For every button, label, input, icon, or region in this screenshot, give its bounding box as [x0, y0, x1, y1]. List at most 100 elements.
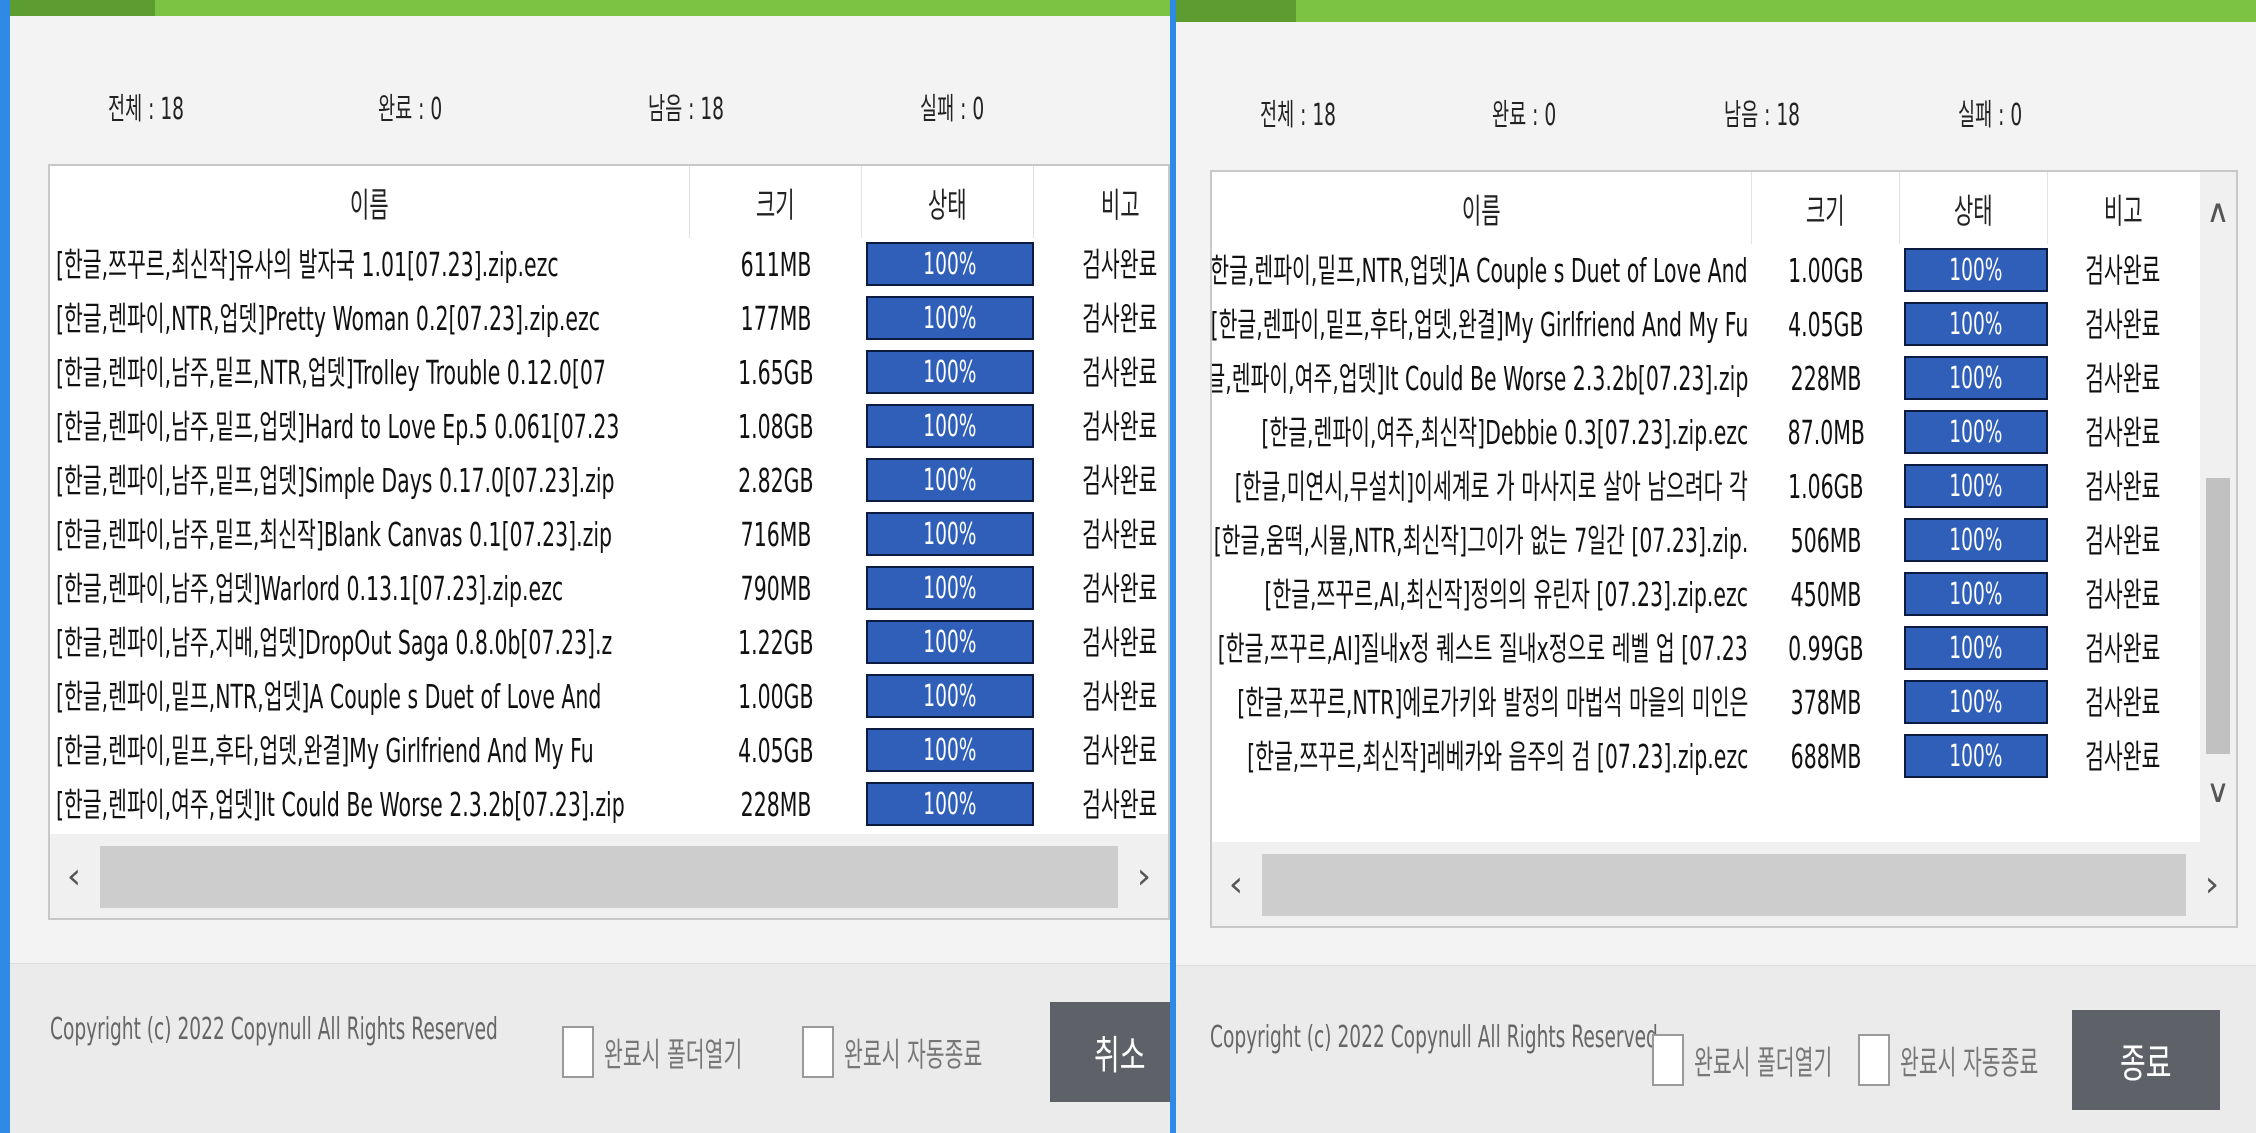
table-row[interactable]: [한글,렌파이,남주,지배,업뎃]DropOut Saga 0.8.0b[07.…: [50, 616, 1168, 670]
table-row[interactable]: [한글,렌파이,밑프,후타,업뎃,완결]My Girlfriend And My…: [50, 724, 1168, 778]
progress-bar: 100%: [866, 620, 1034, 664]
note-cell: 검사완료: [2085, 413, 2161, 452]
file-name-cell: [한글,쯔꾸르,최신작]레베카와 음주의 검 [07.23].zip.ezc: [1246, 737, 1748, 776]
note-cell: 검사완료: [1082, 623, 1158, 662]
table-row[interactable]: [한글,렌파이,남주,밑프,업뎃]Hard to Love Ep.5 0.061…: [50, 400, 1168, 454]
status-cell: 100%: [1900, 622, 2048, 676]
file-size-cell: 4.05GB: [738, 731, 814, 770]
checkbox-box[interactable]: [802, 1026, 834, 1078]
column-header-note[interactable]: 비고: [2048, 172, 2198, 244]
table-row[interactable]: [한글,쯔꾸르,최신작]레베카와 음주의 검 [07.23].zip.ezc 68…: [1212, 730, 2236, 784]
table-row[interactable]: [한글,렌파이,밑프,NTR,업뎃]A Couple s Duet of Lov…: [1212, 244, 2236, 298]
table-row[interactable]: [한글,미연시,무설치]이세계로 가 마사지로 살아 남으려다 각 1.06GB 1…: [1212, 460, 2236, 514]
table-row[interactable]: [한글,렌파이,남주,밑프,최신작]Blank Canvas 0.1[07.23…: [50, 508, 1168, 562]
table-row[interactable]: [한글,쯔꾸르,NTR]에로가키와 발정의 마법석 마을의 미인은 378MB 10…: [1212, 676, 2236, 730]
progress-bar: 100%: [866, 674, 1034, 718]
cancel-button[interactable]: 취소: [1050, 1002, 1170, 1102]
file-size-cell: 0.99GB: [1788, 629, 1864, 668]
close-button[interactable]: 종료: [2072, 1010, 2220, 1110]
vertical-scrollbar[interactable]: ∧ ∨: [2200, 172, 2236, 842]
status-cell: 100%: [862, 670, 1034, 724]
copyright-text: Copyright (c) 2022 Copynull All Rights R…: [1210, 1020, 1658, 1055]
file-name-cell: [한글,렌파이,여주,업뎃]It Could Be Worse 2.3.2b[0…: [56, 785, 625, 824]
scrollbar-thumb[interactable]: [1262, 854, 2186, 916]
file-name-cell: [한글,렌파이,밑프,NTR,업뎃]A Couple s Duet of Lov…: [56, 677, 602, 716]
file-size-cell: 378MB: [1790, 683, 1862, 722]
note-cell: 검사완료: [2085, 629, 2161, 668]
left-window: 전체 : 18 완료 : 0 남음 : 18 실패 : 0 이름 크기 상태 비…: [0, 0, 1170, 1133]
note-cell: 검사완료: [1082, 407, 1158, 446]
status-cell: 100%: [862, 292, 1034, 346]
file-name-cell: [한글,렌파이,여주,업뎃]It Could Be Worse 2.3.2b[0…: [1212, 359, 1748, 398]
status-cell: 100%: [862, 562, 1034, 616]
scrollbar-thumb[interactable]: [100, 846, 1118, 908]
status-cell: 100%: [862, 346, 1034, 400]
scroll-left-icon[interactable]: ‹: [1216, 842, 1256, 926]
note-cell: 검사완료: [2085, 251, 2161, 290]
status-cell: 100%: [1900, 352, 2048, 406]
table-row[interactable]: [한글,렌파이,밑프,NTR,업뎃]A Couple s Duet of Lov…: [50, 670, 1168, 724]
stat-remaining: 남음 : 18: [648, 92, 724, 127]
progress-bar: 100%: [866, 296, 1034, 340]
progress-bar: 100%: [866, 782, 1034, 826]
status-cell: 100%: [862, 724, 1034, 778]
scrollbar-thumb[interactable]: [2206, 478, 2230, 754]
column-header-size[interactable]: 크기: [690, 166, 862, 238]
table-row[interactable]: [한글,렌파이,여주,최신작]Debbie 0.3[07.23].zip.ezc…: [1212, 406, 2236, 460]
status-cell: 100%: [1900, 298, 2048, 352]
status-cell: 100%: [1900, 406, 2048, 460]
table-header: 이름 크기 상태 비고: [1212, 172, 2236, 244]
open-folder-checkbox[interactable]: 완료시 폴더열기: [562, 1026, 827, 1078]
file-size-cell: 1.00GB: [1788, 251, 1864, 290]
table-row[interactable]: [한글,렌파이,남주,밑프,업뎃]Simple Days 0.17.0[07.2…: [50, 454, 1168, 508]
note-cell: 검사완료: [1082, 245, 1158, 284]
table-row[interactable]: [한글,렌파이,남주,업뎃]Warlord 0.13.1[07.23].zip.…: [50, 562, 1168, 616]
column-header-status[interactable]: 상태: [862, 166, 1034, 238]
auto-close-checkbox[interactable]: 완료시 자동종료: [802, 1026, 1067, 1078]
column-header-status[interactable]: 상태: [1900, 172, 2048, 244]
footer: Copyright (c) 2022 Copynull All Rights R…: [10, 963, 1170, 1133]
scroll-left-icon[interactable]: ‹: [54, 834, 94, 918]
table-row[interactable]: [한글,렌파이,남주,밑프,NTR,업뎃]Trolley Trouble 0.1…: [50, 346, 1168, 400]
file-name-cell: [한글,렌파이,남주,밑프,최신작]Blank Canvas 0.1[07.23…: [56, 515, 613, 554]
progress-bar: 100%: [1904, 464, 2048, 508]
file-size-cell: 87.0MB: [1787, 413, 1865, 452]
status-cell: 100%: [862, 778, 1034, 832]
table-row[interactable]: [한글,쯔꾸르,최신작]유사의 발자국 1.01[07.23].zip.ezc 6…: [50, 238, 1168, 292]
column-header-note[interactable]: 비고: [1034, 166, 1168, 238]
table-row[interactable]: [한글,렌파이,여주,업뎃]It Could Be Worse 2.3.2b[0…: [1212, 352, 2236, 406]
status-cell: 100%: [862, 400, 1034, 454]
file-name-cell: [한글,렌파이,밑프,NTR,업뎃]A Couple s Duet of Lov…: [1212, 251, 1748, 290]
column-header-name[interactable]: 이름: [1212, 172, 1752, 244]
horizontal-scrollbar[interactable]: ‹ ›: [50, 834, 1168, 918]
file-size-cell: 228MB: [1790, 359, 1862, 398]
horizontal-scrollbar[interactable]: ‹ ›: [1212, 842, 2236, 926]
note-cell: 검사완료: [2085, 305, 2161, 344]
table-row[interactable]: [한글,렌파이,여주,업뎃]It Could Be Worse 2.3.2b[0…: [50, 778, 1168, 832]
checkbox-box[interactable]: [562, 1026, 594, 1078]
scroll-right-icon[interactable]: ›: [2192, 842, 2232, 926]
auto-close-label: 완료시 자동종료: [844, 1035, 983, 1074]
scroll-down-icon[interactable]: ∨: [2200, 772, 2236, 810]
file-size-cell: 177MB: [740, 299, 812, 338]
note-cell: 검사완료: [2085, 521, 2161, 560]
table-row[interactable]: [한글,렌파이,밑프,후타,업뎃,완결]My Girlfriend And My…: [1212, 298, 2236, 352]
stat-total: 전체 : 18: [1260, 98, 1336, 133]
checkbox-box[interactable]: [1858, 1034, 1890, 1086]
file-table: 이름 크기 상태 비고 [한글,쯔꾸르,최신작]유사의 발자국 1.01[07.…: [48, 164, 1170, 920]
table-row[interactable]: [한글,쯔꾸르,AI]질내x정 퀘스트 질내x정으로 레벨 업 [07.23 0.…: [1212, 622, 2236, 676]
table-row[interactable]: [한글,렌파이,NTR,업뎃]Pretty Woman 0.2[07.23].z…: [50, 292, 1168, 346]
column-header-name[interactable]: 이름: [50, 166, 690, 238]
file-size-cell: 1.22GB: [738, 623, 814, 662]
status-cell: 100%: [862, 454, 1034, 508]
column-header-size[interactable]: 크기: [1752, 172, 1900, 244]
checkbox-box[interactable]: [1652, 1034, 1684, 1086]
title-bar: [10, 0, 1170, 16]
file-name-cell: [한글,쯔꾸르,AI,최신작]정의의 유린자 [07.23].zip.ezc: [1264, 575, 1748, 614]
table-row[interactable]: [한글,움떡,시뮬,NTR,최신작]그이가 없는 7일간 [07.23].zip…: [1212, 514, 2236, 568]
table-row[interactable]: [한글,쯔꾸르,AI,최신작]정의의 유린자 [07.23].zip.ezc 45…: [1212, 568, 2236, 622]
scroll-right-icon[interactable]: ›: [1124, 834, 1164, 918]
scroll-up-icon[interactable]: ∧: [2200, 192, 2236, 230]
progress-bar: 100%: [866, 458, 1034, 502]
status-cell: 100%: [1900, 568, 2048, 622]
